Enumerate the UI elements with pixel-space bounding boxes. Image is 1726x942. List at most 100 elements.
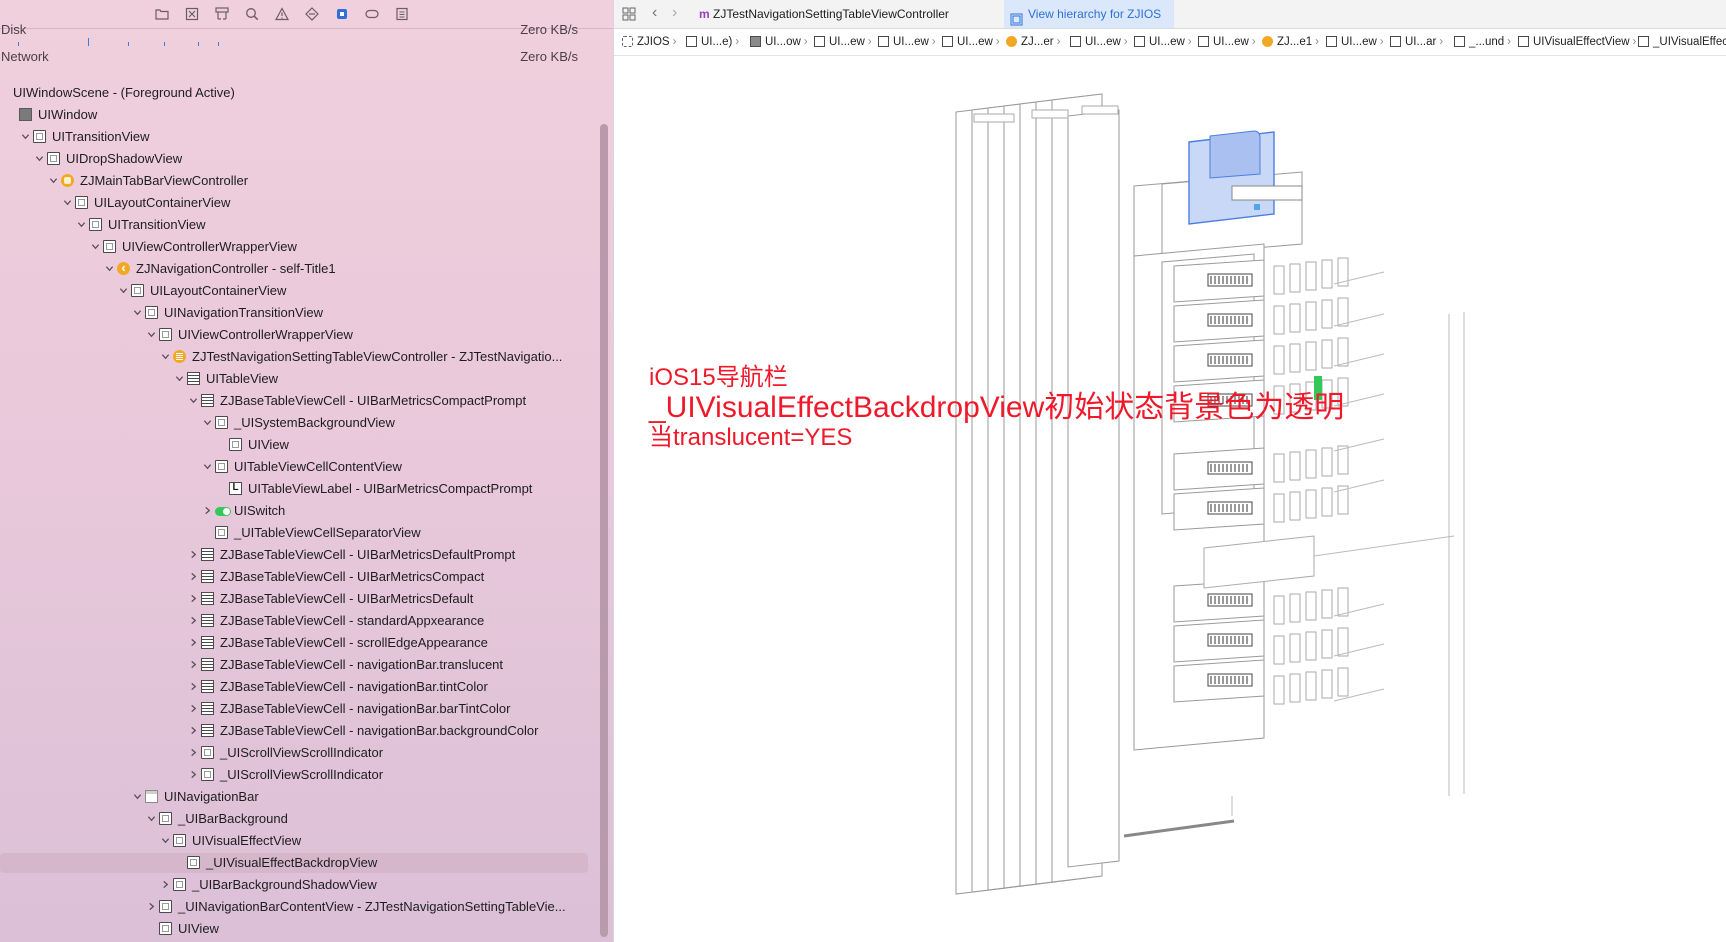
tree-row[interactable]: _UIBarBackground	[0, 809, 590, 829]
jump-bar-item[interactable]: ZJ...e1 ›	[1262, 29, 1319, 55]
chevron-right-icon[interactable]	[188, 743, 198, 763]
chevron-down-icon[interactable]	[20, 127, 30, 147]
chevron-right-icon[interactable]	[188, 677, 198, 697]
chevron-down-icon[interactable]	[202, 413, 212, 433]
diamond-icon[interactable]	[304, 6, 320, 22]
chevron-down-icon[interactable]	[48, 171, 58, 191]
tree-row[interactable]: UILayoutContainerView	[0, 193, 590, 213]
chevron-down-icon[interactable]	[90, 237, 100, 257]
list-icon[interactable]	[394, 6, 410, 22]
jump-bar-item[interactable]: ZJ...er ›	[1006, 29, 1060, 55]
chevron-right-icon[interactable]	[188, 699, 198, 719]
tree-row[interactable]: ZJBaseTableViewCell - standardAppxearanc…	[0, 611, 590, 631]
chevron-down-icon[interactable]	[104, 259, 114, 279]
debug-icon[interactable]	[334, 6, 350, 22]
tree-row[interactable]: UIWindowScene - (Foreground Active)	[0, 83, 590, 103]
tag-icon[interactable]	[364, 6, 380, 22]
chevron-down-icon[interactable]	[132, 787, 142, 807]
tree-row[interactable]: UIViewControllerWrapperView	[0, 237, 590, 257]
tab-view-hierarchy[interactable]: View hierarchy for ZJIOS	[1004, 0, 1174, 28]
jump-bar-item[interactable]: UIVisualEffectView ›	[1518, 29, 1636, 55]
tree-row[interactable]: UILayoutContainerView	[0, 281, 590, 301]
chevron-down-icon[interactable]	[146, 809, 156, 829]
tree-row[interactable]: ZJBaseTableViewCell - navigationBar.tint…	[0, 677, 590, 697]
jump-bar-item[interactable]: UI...ew ›	[1070, 29, 1128, 55]
search-icon[interactable]	[244, 6, 260, 22]
view-debugger-canvas[interactable]: iOS15导航栏 _UIVisualEffectBackdropView初始状态…	[614, 56, 1726, 942]
chevron-right-icon[interactable]	[188, 721, 198, 741]
folder-icon[interactable]	[154, 6, 170, 22]
jump-bar-item[interactable]: ZJIOS ›	[622, 29, 676, 55]
chevron-right-icon[interactable]	[202, 501, 212, 521]
tree-row[interactable]: UITableViewCellContentView	[0, 457, 590, 477]
tab-source-file[interactable]: m ZJTestNavigationSettingTableViewContro…	[699, 0, 999, 28]
chevron-right-icon[interactable]	[188, 655, 198, 675]
navigator-scrollbar[interactable]	[600, 124, 608, 937]
tree-row[interactable]: UIVisualEffectView	[0, 831, 590, 851]
tree-row[interactable]: ZJBaseTableViewCell - UIBarMetricsCompac…	[0, 567, 590, 587]
tree-row[interactable]: _UITableViewCellSeparatorView	[0, 523, 590, 543]
chevron-right-icon[interactable]	[146, 897, 156, 917]
chevron-down-icon[interactable]	[174, 369, 184, 389]
tree-row[interactable]: ZJBaseTableViewCell - scrollEdgeAppearan…	[0, 633, 590, 653]
tree-row[interactable]: UITableView	[0, 369, 590, 389]
x-square-icon[interactable]	[184, 6, 200, 22]
chevron-down-icon[interactable]	[202, 457, 212, 477]
tree-row[interactable]: UIView	[0, 919, 590, 939]
chevron-down-icon[interactable]	[132, 303, 142, 323]
tree-row[interactable]: ZJBaseTableViewCell - UIBarMetricsDefaul…	[0, 589, 590, 609]
tree-row[interactable]: UIView	[0, 435, 590, 455]
jump-bar-item[interactable]: UI...ow ›	[750, 29, 808, 55]
tree-row[interactable]: ZJBaseTableViewCell - navigationBar.barT…	[0, 699, 590, 719]
jump-bar-item[interactable]: UI...ar ›	[1390, 29, 1443, 55]
jump-bar-item[interactable]: _UIVisualEffectBack	[1638, 29, 1726, 55]
hierarchy-icon[interactable]	[214, 6, 230, 22]
tree-row[interactable]: ZJBaseTableViewCell - navigationBar.back…	[0, 721, 590, 741]
jump-bar-item[interactable]: UI...ew ›	[1326, 29, 1384, 55]
jump-bar-item[interactable]: UI...ew ›	[1134, 29, 1192, 55]
chevron-right-icon[interactable]	[160, 875, 170, 895]
tree-row[interactable]: UISwitch	[0, 501, 590, 521]
chevron-down-icon[interactable]	[146, 325, 156, 345]
tree-row[interactable]: _UIScrollViewScrollIndicator	[0, 743, 590, 763]
jump-bar-item[interactable]: UI...ew ›	[814, 29, 872, 55]
chevron-down-icon[interactable]	[76, 215, 86, 235]
chevron-down-icon[interactable]	[118, 281, 128, 301]
chevron-right-icon[interactable]	[188, 611, 198, 631]
tree-row[interactable]: ZJBaseTableViewCell - navigationBar.tran…	[0, 655, 590, 675]
tree-row[interactable]: UITransitionView	[0, 215, 590, 235]
tree-row[interactable]: UITransitionView	[0, 127, 590, 147]
jump-bar-item[interactable]: _...und ›	[1454, 29, 1511, 55]
tree-row[interactable]: ZJTestNavigationSettingTableViewControll…	[0, 347, 590, 367]
tree-row[interactable]: ZJNavigationController - self-Title1	[0, 258, 590, 279]
tree-row[interactable]: _UINavigationBarContentView - ZJTestNavi…	[0, 897, 590, 917]
tree-row[interactable]: UIDropShadowView	[0, 149, 590, 169]
chevron-right-icon[interactable]	[188, 765, 198, 785]
chevron-down-icon[interactable]	[62, 193, 72, 213]
grid-icon[interactable]	[622, 7, 636, 24]
tree-row[interactable]: _UIBarBackgroundShadowView	[0, 875, 590, 895]
chevron-right-icon[interactable]	[188, 633, 198, 653]
tree-row[interactable]: ZJBaseTableViewCell - UIBarMetricsDefaul…	[0, 545, 590, 565]
jump-bar-item[interactable]: UI...ew ›	[942, 29, 1000, 55]
tree-row[interactable]: L UITableViewLabel - UIBarMetricsCompactP…	[0, 479, 590, 499]
tree-row[interactable]: ZJBaseTableViewCell - UIBarMetricsCompac…	[0, 391, 590, 411]
chevron-right-icon[interactable]	[188, 545, 198, 565]
tree-row[interactable]: _UIScrollViewScrollIndicator	[0, 765, 590, 785]
tree-row[interactable]: UINavigationTransitionView	[0, 303, 590, 323]
back-icon[interactable]: ‹	[652, 4, 657, 22]
chevron-right-icon[interactable]	[188, 589, 198, 609]
jump-bar-item[interactable]: UI...ew ›	[1198, 29, 1256, 55]
forward-icon[interactable]: ›	[672, 4, 677, 22]
tree-row[interactable]: UINavigationBar	[0, 787, 590, 807]
tree-row[interactable]: UIViewControllerWrapperView	[0, 325, 590, 345]
chevron-down-icon[interactable]	[188, 391, 198, 411]
chevron-down-icon[interactable]	[34, 149, 44, 169]
tree-row[interactable]: _UISystemBackgroundView	[0, 413, 590, 433]
tree-row[interactable]: ZJMainTabBarViewController	[0, 171, 590, 191]
chevron-down-icon[interactable]	[160, 347, 170, 367]
tree-row[interactable]: _UIVisualEffectBackdropView	[0, 853, 588, 873]
warning-icon[interactable]	[274, 6, 290, 22]
chevron-down-icon[interactable]	[160, 831, 170, 851]
tree-row[interactable]: UIWindow	[0, 105, 590, 125]
